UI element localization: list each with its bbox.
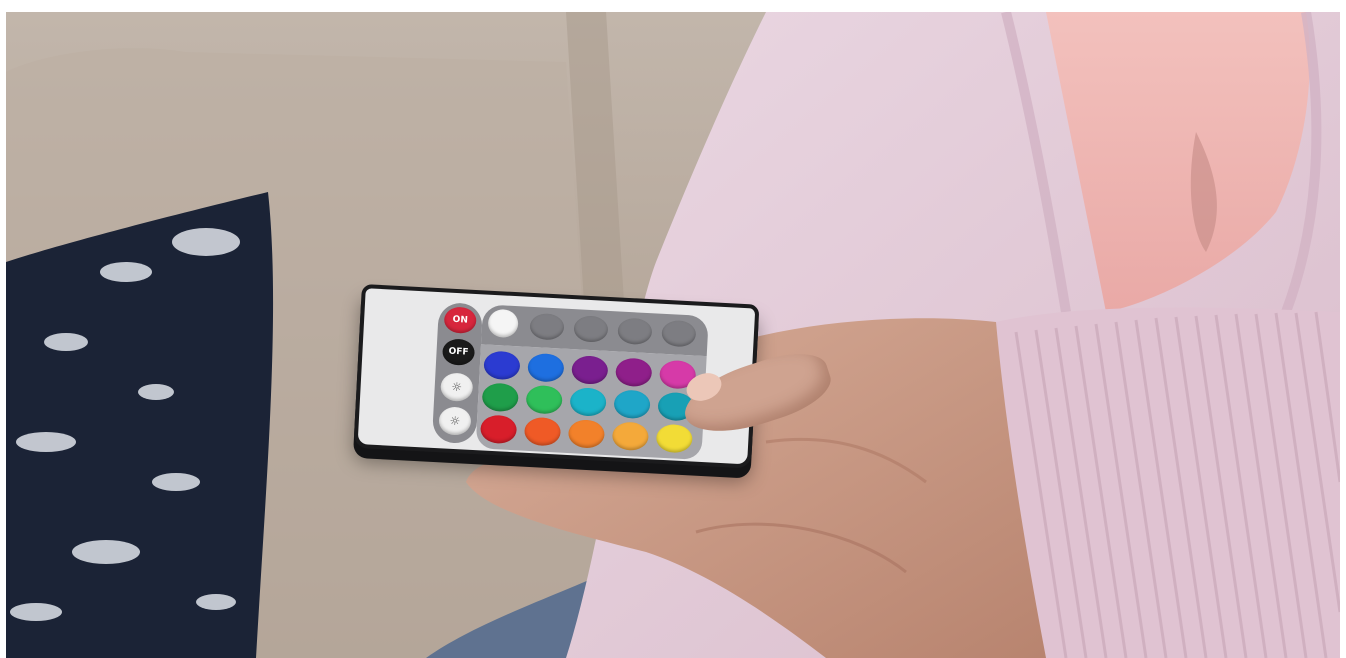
dark-pillow [6,192,274,658]
on-button-label: ON [452,314,469,326]
off-button-label: OFF [448,346,469,358]
brightness-down-icon: ☼ [449,413,461,429]
sleeve-cuff [996,307,1340,658]
brightness-up-icon: ☼ [450,379,463,395]
photo-frame: ON OFF ☼ ☼ [6,12,1340,658]
